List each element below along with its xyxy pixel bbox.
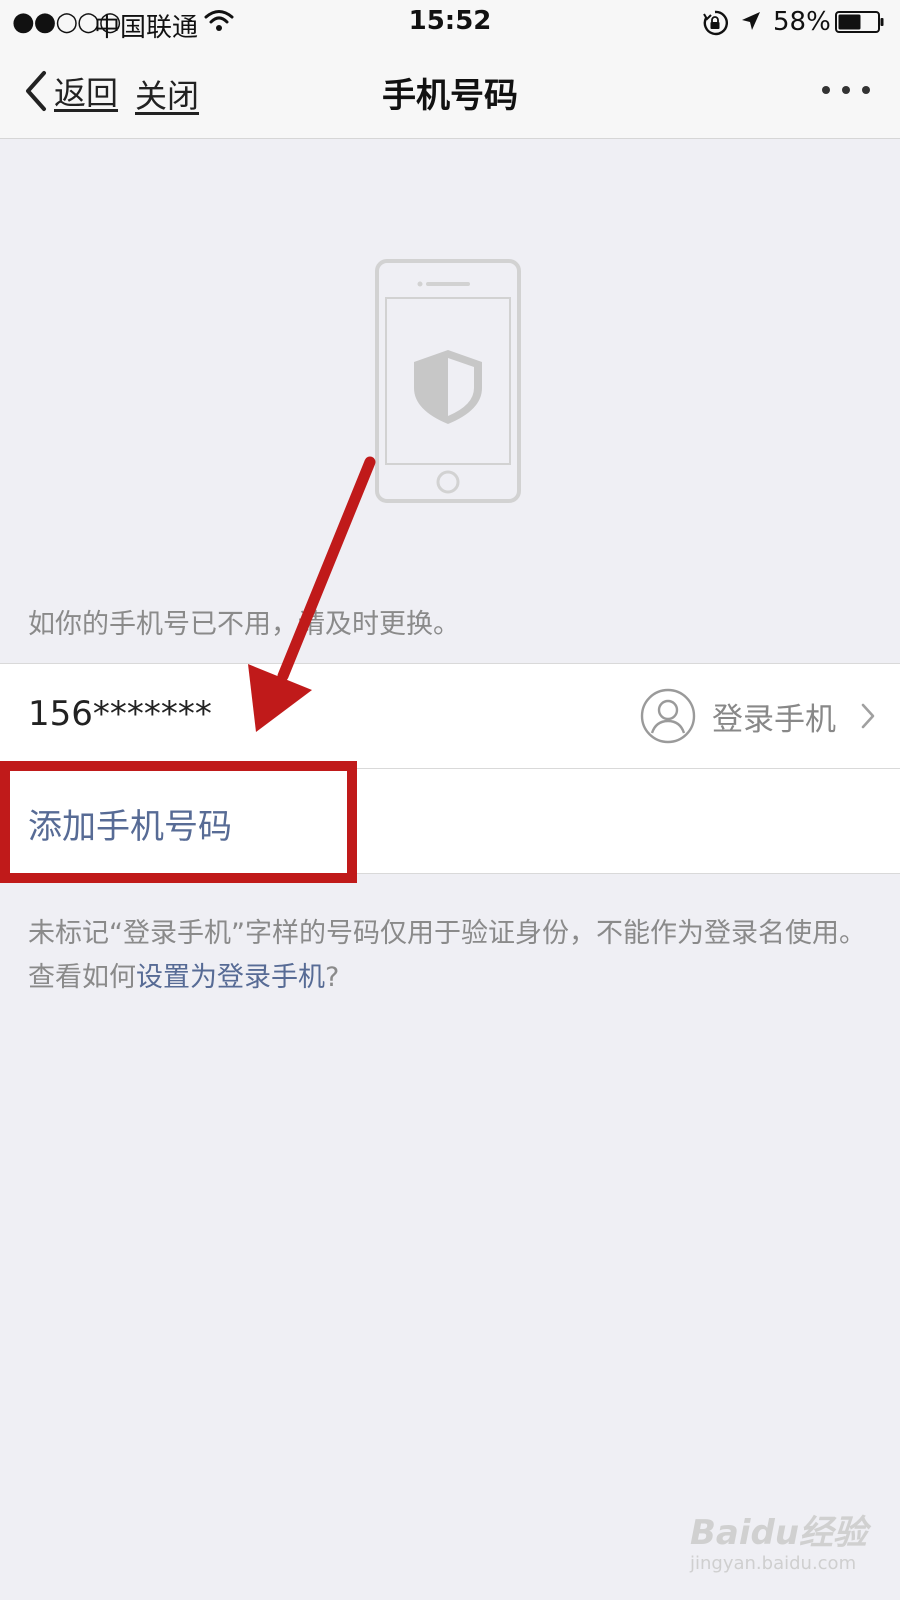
phone-shield-icon [375,259,521,503]
watermark-logo: Baidu经验 [690,1513,868,1553]
phone-number: 156******* [28,694,212,734]
watermark-url: jingyan.baidu.com [690,1553,857,1574]
login-phone-note: 未标记“登录手机”字样的号码仅用于验证身份，不能作为登录名使用。查看如何设置为登… [28,912,878,1000]
phone-list: 156******* 登录手机 添加手机号码 [0,663,900,874]
more-icon[interactable] [818,78,874,102]
set-login-phone-link[interactable]: 设置为登录手机 [136,962,325,993]
battery-percent: 58% [773,7,831,37]
orientation-lock-icon [703,10,728,36]
hint-text: 如你的手机号已不用，请及时更换。 [28,609,460,640]
avatar-icon [640,688,696,744]
add-phone-button[interactable]: 添加手机号码 [28,799,232,848]
battery-level-fill [838,14,861,30]
watermark: Baidu经验 jingyan.baidu.com [690,1505,880,1585]
page-title: 手机号码 [382,76,518,116]
status-bar: ●●○○○ 中国联通 15:52 58% [0,0,900,44]
phone-number-cell[interactable]: 156******* 登录手机 [0,664,900,768]
add-phone-cell[interactable]: 添加手机号码 [0,768,900,873]
note-suffix: ? [325,962,340,993]
chevron-right-icon [861,703,875,729]
navigation-bar: 返回 关闭 手机号码 [0,44,900,139]
battery-icon [835,11,884,33]
login-phone-label: 登录手机 [712,701,836,738]
location-icon [742,12,760,30]
clock: 15:52 [408,6,492,36]
login-phone-badge: 登录手机 [640,686,876,746]
